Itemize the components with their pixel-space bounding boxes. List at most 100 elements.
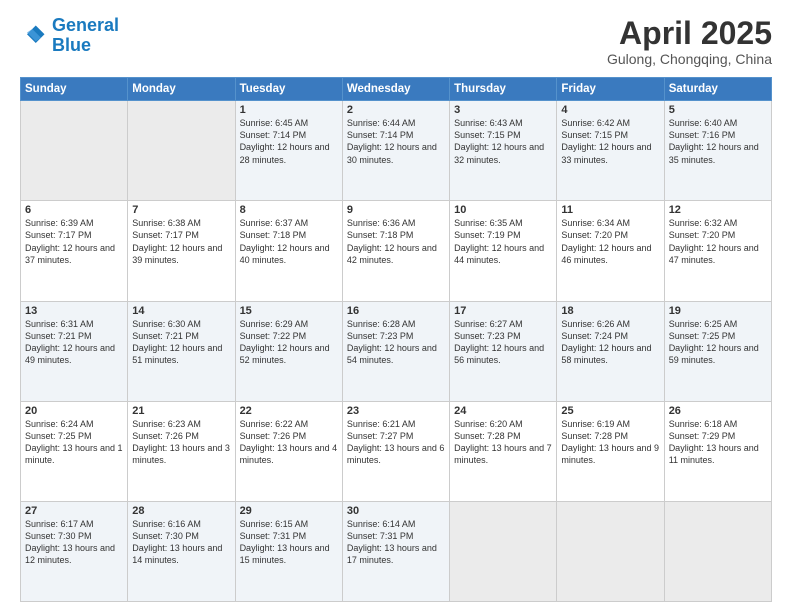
calendar-day-cell: 11Sunrise: 6:34 AM Sunset: 7:20 PM Dayli… [557,201,664,301]
calendar-day-cell: 22Sunrise: 6:22 AM Sunset: 7:26 PM Dayli… [235,401,342,501]
calendar-day-cell: 8Sunrise: 6:37 AM Sunset: 7:18 PM Daylig… [235,201,342,301]
day-info: Sunrise: 6:24 AM Sunset: 7:25 PM Dayligh… [25,418,123,467]
calendar-week-row: 27Sunrise: 6:17 AM Sunset: 7:30 PM Dayli… [21,501,772,601]
calendar-day-cell: 3Sunrise: 6:43 AM Sunset: 7:15 PM Daylig… [450,101,557,201]
day-number: 25 [561,405,659,417]
day-info: Sunrise: 6:43 AM Sunset: 7:15 PM Dayligh… [454,117,552,166]
calendar-day-cell: 19Sunrise: 6:25 AM Sunset: 7:25 PM Dayli… [664,301,771,401]
day-info: Sunrise: 6:39 AM Sunset: 7:17 PM Dayligh… [25,217,123,266]
calendar-header-row: SundayMondayTuesdayWednesdayThursdayFrid… [21,78,772,101]
calendar-day-cell: 30Sunrise: 6:14 AM Sunset: 7:31 PM Dayli… [342,501,449,601]
day-info: Sunrise: 6:26 AM Sunset: 7:24 PM Dayligh… [561,318,659,367]
logo: GeneralBlue [20,16,119,56]
calendar-day-cell [128,101,235,201]
day-number: 6 [25,204,123,216]
day-number: 28 [132,505,230,517]
day-info: Sunrise: 6:36 AM Sunset: 7:18 PM Dayligh… [347,217,445,266]
calendar-day-header: Monday [128,78,235,101]
logo-icon [20,22,48,50]
calendar-day-cell: 12Sunrise: 6:32 AM Sunset: 7:20 PM Dayli… [664,201,771,301]
day-info: Sunrise: 6:25 AM Sunset: 7:25 PM Dayligh… [669,318,767,367]
page: GeneralBlue April 2025 Gulong, Chongqing… [0,0,792,612]
day-info: Sunrise: 6:27 AM Sunset: 7:23 PM Dayligh… [454,318,552,367]
calendar-day-cell: 2Sunrise: 6:44 AM Sunset: 7:14 PM Daylig… [342,101,449,201]
day-info: Sunrise: 6:32 AM Sunset: 7:20 PM Dayligh… [669,217,767,266]
day-number: 7 [132,204,230,216]
calendar-day-cell [450,501,557,601]
day-number: 20 [25,405,123,417]
day-info: Sunrise: 6:38 AM Sunset: 7:17 PM Dayligh… [132,217,230,266]
day-number: 30 [347,505,445,517]
day-info: Sunrise: 6:18 AM Sunset: 7:29 PM Dayligh… [669,418,767,467]
calendar-day-header: Thursday [450,78,557,101]
calendar-day-cell: 5Sunrise: 6:40 AM Sunset: 7:16 PM Daylig… [664,101,771,201]
calendar-day-cell: 29Sunrise: 6:15 AM Sunset: 7:31 PM Dayli… [235,501,342,601]
calendar: SundayMondayTuesdayWednesdayThursdayFrid… [20,77,772,602]
day-info: Sunrise: 6:21 AM Sunset: 7:27 PM Dayligh… [347,418,445,467]
calendar-day-cell [557,501,664,601]
day-number: 22 [240,405,338,417]
day-number: 11 [561,204,659,216]
day-number: 2 [347,104,445,116]
day-number: 8 [240,204,338,216]
day-number: 23 [347,405,445,417]
day-info: Sunrise: 6:44 AM Sunset: 7:14 PM Dayligh… [347,117,445,166]
day-number: 4 [561,104,659,116]
day-number: 5 [669,104,767,116]
day-number: 16 [347,305,445,317]
calendar-day-cell: 10Sunrise: 6:35 AM Sunset: 7:19 PM Dayli… [450,201,557,301]
day-info: Sunrise: 6:23 AM Sunset: 7:26 PM Dayligh… [132,418,230,467]
day-info: Sunrise: 6:45 AM Sunset: 7:14 PM Dayligh… [240,117,338,166]
calendar-day-cell: 28Sunrise: 6:16 AM Sunset: 7:30 PM Dayli… [128,501,235,601]
calendar-day-cell: 24Sunrise: 6:20 AM Sunset: 7:28 PM Dayli… [450,401,557,501]
calendar-week-row: 1Sunrise: 6:45 AM Sunset: 7:14 PM Daylig… [21,101,772,201]
day-info: Sunrise: 6:14 AM Sunset: 7:31 PM Dayligh… [347,518,445,567]
calendar-day-cell: 15Sunrise: 6:29 AM Sunset: 7:22 PM Dayli… [235,301,342,401]
calendar-day-header: Tuesday [235,78,342,101]
calendar-day-cell: 27Sunrise: 6:17 AM Sunset: 7:30 PM Dayli… [21,501,128,601]
calendar-day-header: Wednesday [342,78,449,101]
calendar-day-cell: 20Sunrise: 6:24 AM Sunset: 7:25 PM Dayli… [21,401,128,501]
day-info: Sunrise: 6:22 AM Sunset: 7:26 PM Dayligh… [240,418,338,467]
day-info: Sunrise: 6:17 AM Sunset: 7:30 PM Dayligh… [25,518,123,567]
day-number: 21 [132,405,230,417]
calendar-day-cell [664,501,771,601]
calendar-week-row: 20Sunrise: 6:24 AM Sunset: 7:25 PM Dayli… [21,401,772,501]
logo-text: GeneralBlue [52,16,119,56]
calendar-day-cell: 25Sunrise: 6:19 AM Sunset: 7:28 PM Dayli… [557,401,664,501]
day-number: 19 [669,305,767,317]
day-number: 1 [240,104,338,116]
title-block: April 2025 Gulong, Chongqing, China [607,16,772,67]
calendar-day-cell: 13Sunrise: 6:31 AM Sunset: 7:21 PM Dayli… [21,301,128,401]
calendar-day-cell: 18Sunrise: 6:26 AM Sunset: 7:24 PM Dayli… [557,301,664,401]
day-info: Sunrise: 6:37 AM Sunset: 7:18 PM Dayligh… [240,217,338,266]
calendar-day-header: Sunday [21,78,128,101]
calendar-day-cell: 4Sunrise: 6:42 AM Sunset: 7:15 PM Daylig… [557,101,664,201]
day-info: Sunrise: 6:20 AM Sunset: 7:28 PM Dayligh… [454,418,552,467]
day-info: Sunrise: 6:15 AM Sunset: 7:31 PM Dayligh… [240,518,338,567]
day-info: Sunrise: 6:29 AM Sunset: 7:22 PM Dayligh… [240,318,338,367]
main-title: April 2025 [607,16,772,51]
day-number: 15 [240,305,338,317]
day-number: 13 [25,305,123,317]
day-number: 14 [132,305,230,317]
day-number: 26 [669,405,767,417]
day-info: Sunrise: 6:28 AM Sunset: 7:23 PM Dayligh… [347,318,445,367]
day-info: Sunrise: 6:34 AM Sunset: 7:20 PM Dayligh… [561,217,659,266]
calendar-day-cell: 26Sunrise: 6:18 AM Sunset: 7:29 PM Dayli… [664,401,771,501]
calendar-day-cell: 6Sunrise: 6:39 AM Sunset: 7:17 PM Daylig… [21,201,128,301]
day-info: Sunrise: 6:40 AM Sunset: 7:16 PM Dayligh… [669,117,767,166]
calendar-day-cell [21,101,128,201]
day-number: 27 [25,505,123,517]
calendar-week-row: 13Sunrise: 6:31 AM Sunset: 7:21 PM Dayli… [21,301,772,401]
calendar-day-header: Saturday [664,78,771,101]
day-info: Sunrise: 6:35 AM Sunset: 7:19 PM Dayligh… [454,217,552,266]
calendar-day-cell: 21Sunrise: 6:23 AM Sunset: 7:26 PM Dayli… [128,401,235,501]
day-number: 18 [561,305,659,317]
day-info: Sunrise: 6:42 AM Sunset: 7:15 PM Dayligh… [561,117,659,166]
calendar-day-cell: 1Sunrise: 6:45 AM Sunset: 7:14 PM Daylig… [235,101,342,201]
calendar-week-row: 6Sunrise: 6:39 AM Sunset: 7:17 PM Daylig… [21,201,772,301]
day-number: 9 [347,204,445,216]
calendar-day-cell: 7Sunrise: 6:38 AM Sunset: 7:17 PM Daylig… [128,201,235,301]
calendar-day-header: Friday [557,78,664,101]
